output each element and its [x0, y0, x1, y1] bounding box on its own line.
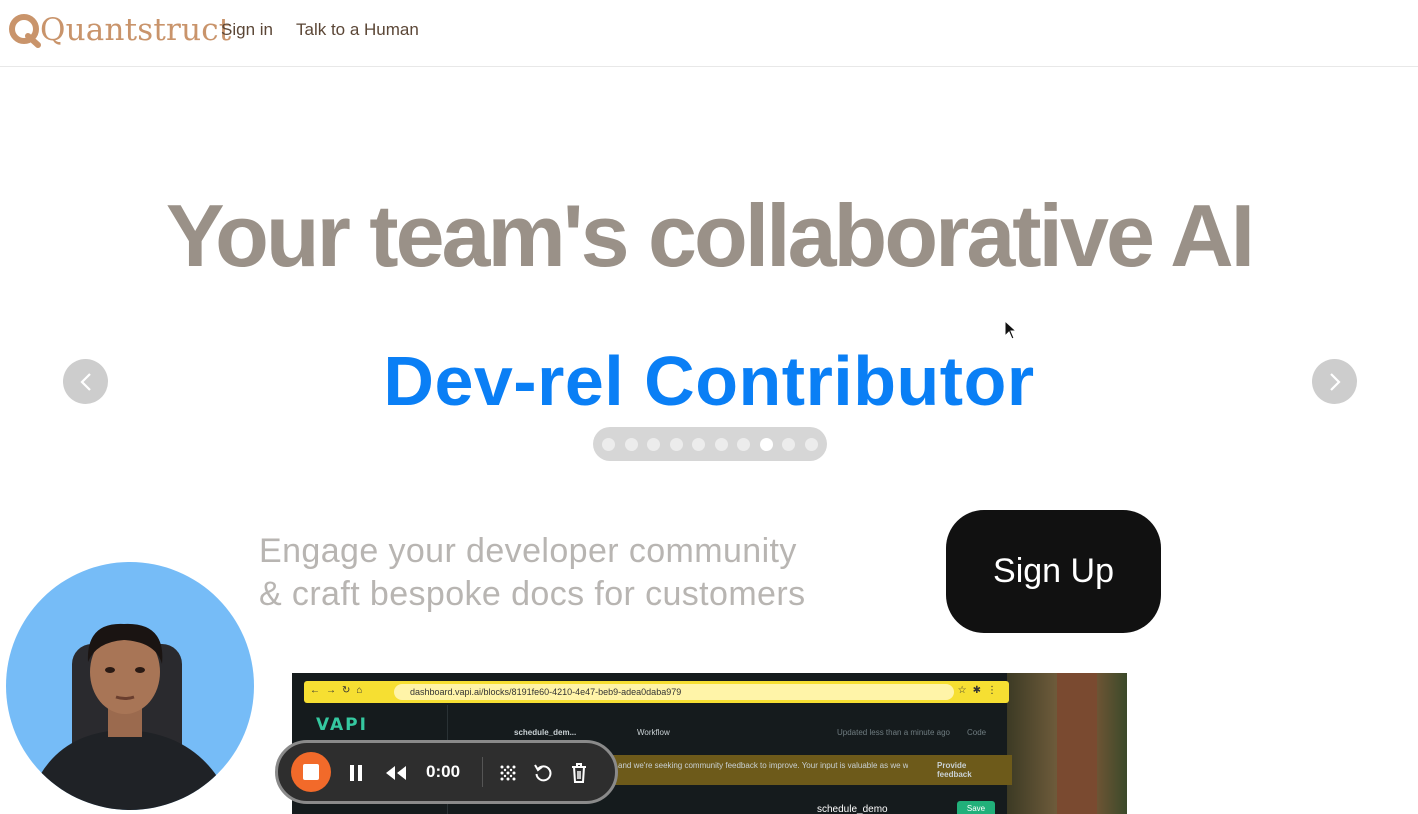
page: Quantstruct Sign in Talk to a Human Your… [0, 0, 1418, 814]
tagline-line-2: & craft bespoke docs for customers [259, 575, 806, 613]
video-status: Updated less than a minute ago [837, 728, 950, 737]
carousel-dot[interactable] [737, 437, 751, 451]
carousel-dot[interactable] [804, 437, 818, 451]
carousel-dot[interactable] [647, 437, 661, 451]
carousel-pagination [593, 427, 827, 461]
carousel-dot[interactable] [714, 437, 728, 451]
carousel-dot[interactable] [669, 437, 683, 451]
trash-icon [572, 763, 586, 783]
hero-tagline: Engage your developer community & craft … [259, 530, 806, 616]
talk-to-human-link[interactable]: Talk to a Human [296, 20, 419, 40]
carousel-next-button[interactable] [1312, 359, 1357, 404]
video-save-button: Save [957, 801, 995, 814]
carousel-dot[interactable] [692, 437, 706, 451]
video-tree-image [1057, 673, 1097, 814]
recorder-toolbar: 0:00 [275, 740, 618, 804]
chevron-right-icon [1329, 372, 1341, 391]
browser-menu-icons: ☆✱⋮ [957, 685, 1003, 696]
video-tab-workflow: Workflow [637, 728, 670, 737]
stop-recording-button[interactable] [291, 752, 331, 792]
pause-button[interactable] [344, 761, 368, 785]
hero-title: Your team's collaborative AI [165, 186, 1255, 285]
video-name-field: schedule_demo [817, 804, 888, 814]
video-feedback-link: Provide feedback [937, 761, 972, 779]
tagline-line-1: Engage your developer community [259, 532, 797, 570]
sign-up-button[interactable]: Sign Up [946, 510, 1161, 633]
stop-icon [303, 764, 319, 780]
delete-button[interactable] [567, 761, 591, 785]
presenter-avatar [26, 623, 234, 810]
brand-logo[interactable]: Quantstruct [8, 10, 231, 50]
carousel-role-title: Dev-rel Contributor [383, 342, 1035, 420]
rewind-button[interactable] [382, 761, 410, 785]
webcam-bubble[interactable] [6, 562, 254, 810]
grid-button[interactable] [496, 761, 520, 785]
browser-nav-icons: ←→↻⌂ [310, 685, 369, 696]
mouse-cursor-icon [1004, 320, 1018, 340]
pause-icon [350, 765, 362, 781]
restart-button[interactable] [531, 761, 555, 785]
video-browser-bar: ←→↻⌂ dashboard.vapi.ai/blocks/8191fe60-4… [304, 681, 1009, 703]
video-url: dashboard.vapi.ai/blocks/8191fe60-4210-4… [394, 684, 954, 700]
sign-in-link[interactable]: Sign in [221, 20, 273, 40]
video-code-link: Code [967, 728, 987, 737]
recording-timer: 0:00 [426, 762, 461, 781]
video-block-name: schedule_dem... [514, 728, 577, 737]
carousel-dot[interactable] [759, 437, 773, 451]
toolbar-divider [482, 757, 483, 787]
site-header: Quantstruct Sign in Talk to a Human [0, 0, 1418, 67]
carousel-dot[interactable] [602, 437, 616, 451]
restart-icon [534, 764, 552, 782]
video-banner-text: and we're seeking community feedback to … [618, 761, 908, 770]
carousel-dot[interactable] [782, 437, 796, 451]
grid-dots-icon [500, 765, 516, 781]
brand-name: Quantstruct [40, 12, 232, 48]
carousel-dot[interactable] [624, 437, 638, 451]
q-logo-icon [9, 14, 41, 48]
vapi-logo: VAPI [316, 715, 368, 735]
rewind-icon [386, 766, 406, 780]
